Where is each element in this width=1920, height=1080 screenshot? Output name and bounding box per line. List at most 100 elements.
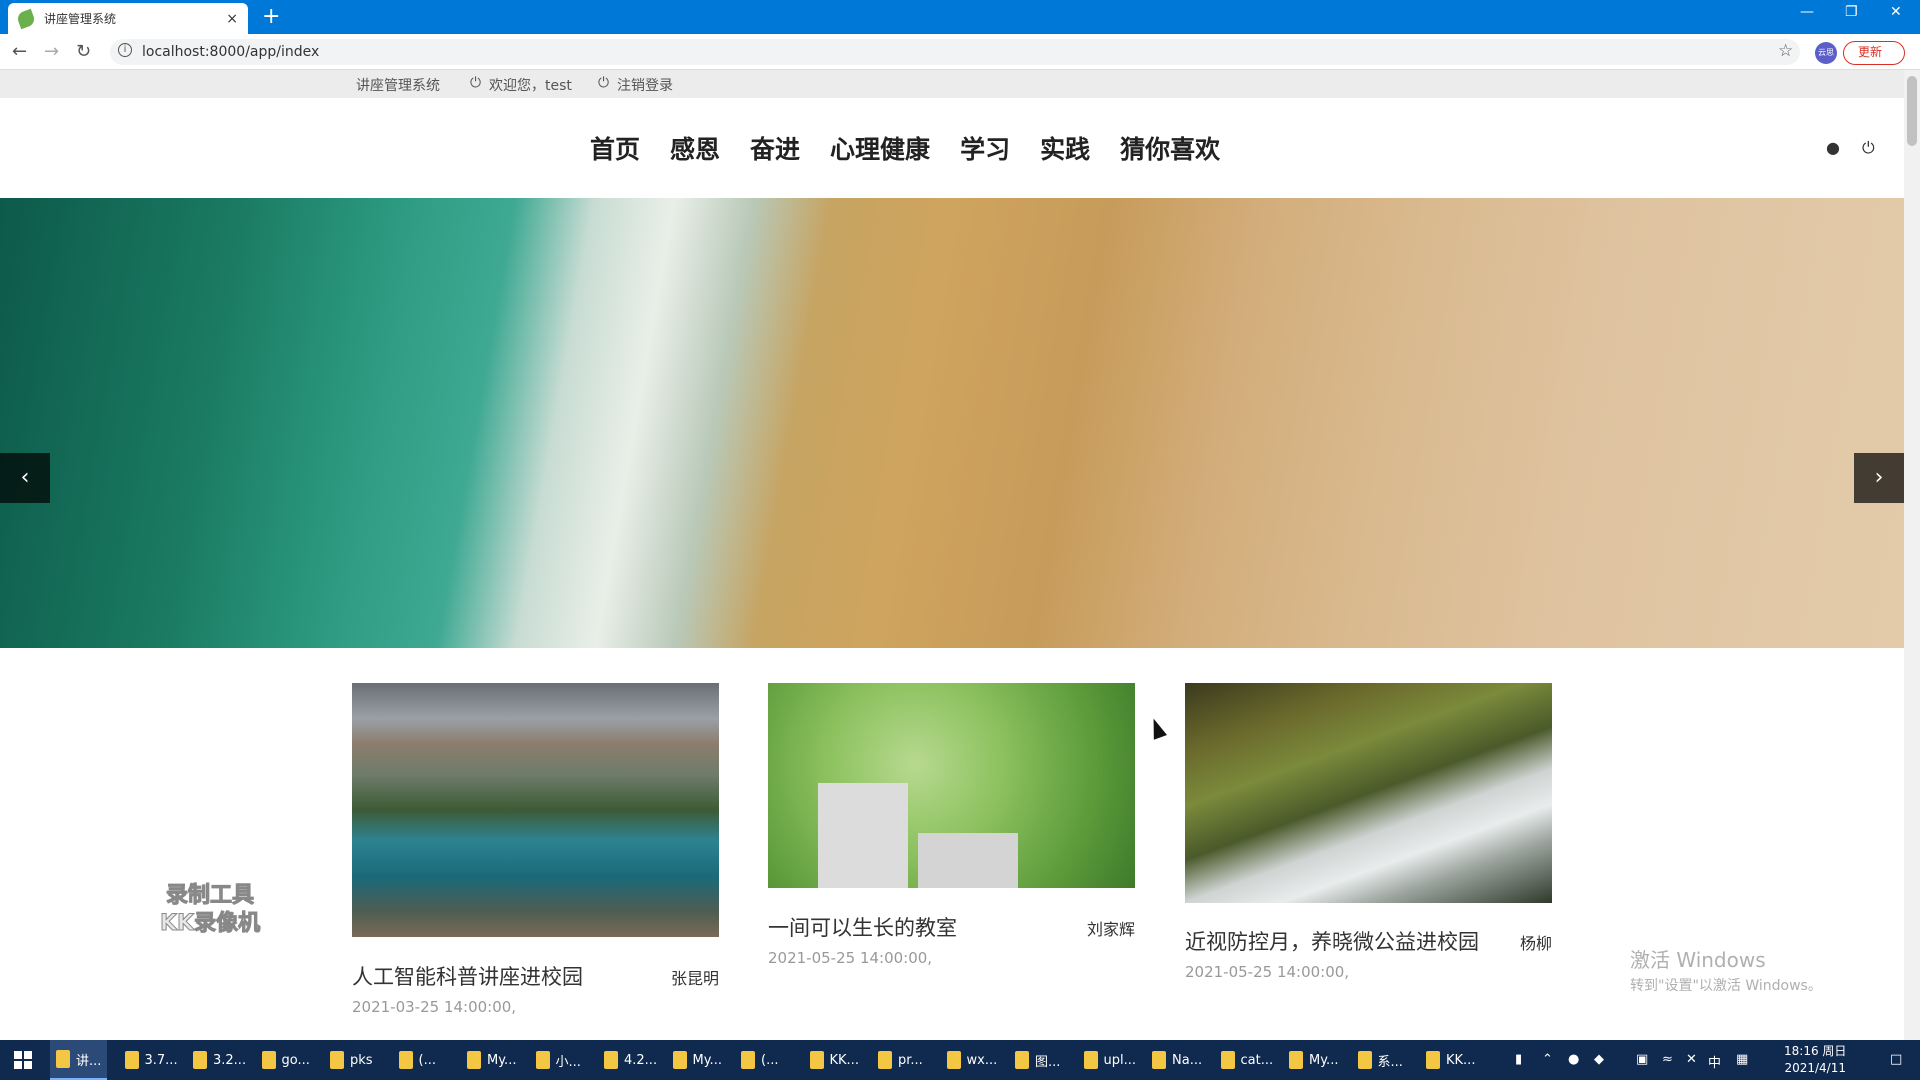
network-icon[interactable]: ▣ bbox=[1636, 1052, 1648, 1067]
welcome-text: 欢迎您，test bbox=[489, 78, 572, 94]
carousel-next-button[interactable]: › bbox=[1854, 453, 1904, 503]
taskbar-item[interactable]: 图... bbox=[1009, 1040, 1066, 1080]
tray-chevron-icon[interactable]: ⌃ bbox=[1542, 1052, 1553, 1067]
hero-carousel: ‹ › bbox=[0, 198, 1904, 648]
taskbar-item[interactable]: (... bbox=[735, 1040, 784, 1080]
app-icon bbox=[1220, 1051, 1235, 1069]
taskbar-item-label: pr... bbox=[898, 1052, 923, 1068]
url-text: localhost:8000/app/index bbox=[142, 44, 320, 60]
taskbar-item[interactable]: cat... bbox=[1215, 1040, 1280, 1080]
clock-date: 2021/4/11 bbox=[1784, 1061, 1846, 1075]
lecture-title[interactable]: 人工智能科普讲座进校园 bbox=[352, 961, 583, 991]
window-close-icon[interactable]: ✕ bbox=[1890, 4, 1902, 20]
profile-avatar[interactable]: 云思 bbox=[1815, 42, 1837, 64]
taskbar-item[interactable]: KK... bbox=[1420, 1040, 1481, 1080]
nav-item-home[interactable]: 首页 bbox=[590, 130, 640, 166]
browser-tab-active[interactable]: 讲座管理系统 × bbox=[8, 3, 248, 34]
lecture-card[interactable]: 一间可以生长的教室 刘家辉 2021-05-25 14:00:00, bbox=[768, 683, 1135, 967]
taskbar-item[interactable]: My... bbox=[1283, 1040, 1344, 1080]
wifi-icon[interactable]: ≈ bbox=[1662, 1052, 1673, 1067]
volume-muted-icon[interactable]: ✕ bbox=[1686, 1052, 1697, 1067]
ime-indicator[interactable]: 中 bbox=[1708, 1052, 1721, 1071]
lecture-card[interactable]: 近视防控月，养晓微公益进校园 杨柳 2021-05-25 14:00:00, bbox=[1185, 683, 1552, 981]
app-icon bbox=[1015, 1051, 1029, 1069]
taskbar-item-label: 4.2... bbox=[624, 1052, 658, 1068]
taskbar-item[interactable]: 3.7... bbox=[119, 1040, 184, 1080]
taskbar-item[interactable]: Na... bbox=[1146, 1040, 1208, 1080]
lecture-card[interactable]: 人工智能科普讲座进校园 张昆明 2021-03-25 14:00:00, bbox=[352, 683, 719, 1016]
notification-icon[interactable]: □ bbox=[1890, 1052, 1902, 1067]
nav-item-study[interactable]: 学习 bbox=[960, 130, 1010, 166]
taskbar-item[interactable]: pr... bbox=[872, 1040, 929, 1080]
lecture-author: 杨柳 bbox=[1519, 934, 1552, 953]
browser-tab-bar: 讲座管理系统 × + — ❐ ✕ bbox=[0, 0, 1920, 34]
back-arrow-icon[interactable]: ← bbox=[12, 41, 27, 62]
windows-taskbar: 讲... 3.7... 3.2... go... pks (... My... 小... 4.2… bbox=[0, 1040, 1920, 1080]
nav-item-recommend[interactable]: 猜你喜欢 bbox=[1120, 130, 1220, 166]
app-icon bbox=[261, 1051, 276, 1069]
lecture-image[interactable] bbox=[768, 683, 1135, 888]
taskbar-item[interactable]: 讲... bbox=[50, 1040, 108, 1080]
activation-subtitle: 转到"设置"以激活 Windows。 bbox=[1630, 978, 1822, 994]
taskbar-item[interactable]: (... bbox=[393, 1040, 442, 1080]
taskbar-item-label: 3.2... bbox=[213, 1052, 247, 1068]
app-icon bbox=[946, 1051, 961, 1069]
taskbar-item[interactable]: My... bbox=[461, 1040, 522, 1080]
update-button[interactable]: 更新 bbox=[1843, 41, 1905, 65]
site-info-icon[interactable]: i bbox=[118, 43, 132, 57]
taskbar-item-label: upl... bbox=[1103, 1052, 1137, 1068]
carousel-prev-button[interactable]: ‹ bbox=[0, 453, 50, 503]
taskbar-item-label: My... bbox=[487, 1052, 517, 1068]
app-icon bbox=[604, 1051, 618, 1069]
taskbar-item[interactable]: 4.2... bbox=[598, 1040, 663, 1080]
logout-link[interactable]: 注销登录 bbox=[617, 75, 673, 95]
tab-close-icon[interactable]: × bbox=[226, 11, 238, 27]
lecture-image[interactable] bbox=[352, 683, 719, 937]
app-icon bbox=[535, 1051, 550, 1069]
app-icon bbox=[1289, 1051, 1303, 1069]
windows-activation-notice: 激活 Windows 转到"设置"以激活 Windows。 bbox=[1630, 944, 1822, 995]
tray-app-icon[interactable]: ● bbox=[1568, 1052, 1579, 1067]
windows-start-icon[interactable] bbox=[14, 1051, 32, 1069]
taskbar-item-label: 图... bbox=[1035, 1054, 1061, 1070]
taskbar-item[interactable]: wx... bbox=[941, 1040, 1004, 1080]
lecture-title[interactable]: 近视防控月，养晓微公益进校园 bbox=[1185, 926, 1479, 956]
url-bar[interactable]: i localhost:8000/app/index bbox=[110, 39, 1800, 65]
forward-arrow-icon[interactable]: → bbox=[44, 41, 59, 62]
lecture-image[interactable] bbox=[1185, 683, 1552, 903]
lecture-date: 2021-05-25 14:00:00, bbox=[768, 949, 933, 967]
lecture-title[interactable]: 一间可以生长的教室 bbox=[768, 912, 957, 942]
power-icon[interactable]: ⏻ bbox=[1862, 138, 1875, 158]
system-clock[interactable]: 18:16 周日 2021/4/11 bbox=[1784, 1043, 1846, 1077]
taskbar-item[interactable]: pks bbox=[324, 1040, 379, 1080]
page-scrollbar[interactable] bbox=[1904, 70, 1920, 1040]
bookmark-star-icon[interactable]: ☆ bbox=[1778, 41, 1793, 61]
watermark-line: KK录像机 bbox=[159, 911, 261, 937]
taskbar-item[interactable]: 系... bbox=[1352, 1040, 1409, 1080]
nav-item-practice[interactable]: 实践 bbox=[1040, 130, 1090, 166]
taskbar-item[interactable]: 3.2... bbox=[187, 1040, 252, 1080]
nav-item-mental-health[interactable]: 心理健康 bbox=[830, 130, 930, 166]
app-icon bbox=[809, 1051, 824, 1069]
app-icon bbox=[672, 1051, 687, 1069]
minimize-icon[interactable]: — bbox=[1800, 4, 1814, 20]
taskbar-item[interactable]: upl... bbox=[1078, 1040, 1143, 1080]
keyboard-icon[interactable]: ▦ bbox=[1736, 1052, 1748, 1067]
site-name-link[interactable]: 讲座管理系统 bbox=[356, 75, 440, 95]
nav-item-gratitude[interactable]: 感恩 bbox=[670, 130, 720, 166]
scrollbar-thumb[interactable] bbox=[1907, 76, 1917, 146]
shield-icon[interactable]: ◆ bbox=[1594, 1052, 1604, 1067]
main-nav: 首页 感恩 奋进 心理健康 学习 实践 猜你喜欢 bbox=[590, 130, 1220, 166]
taskbar-item[interactable]: My... bbox=[667, 1040, 728, 1080]
taskbar-item-label: cat... bbox=[1240, 1052, 1274, 1068]
taskbar-item[interactable]: KK... bbox=[804, 1040, 865, 1080]
new-tab-button[interactable]: + bbox=[262, 4, 280, 29]
taskbar-item[interactable]: go... bbox=[256, 1040, 316, 1080]
user-icon[interactable]: ● bbox=[1826, 138, 1840, 157]
battery-icon[interactable]: ▮ bbox=[1515, 1052, 1522, 1067]
nav-item-striving[interactable]: 奋进 bbox=[750, 130, 800, 166]
restore-icon[interactable]: ❐ bbox=[1845, 4, 1858, 20]
reload-icon[interactable]: ↻ bbox=[76, 41, 91, 62]
taskbar-item[interactable]: 小... bbox=[530, 1040, 587, 1080]
lecture-date: 2021-03-25 14:00:00, bbox=[352, 998, 517, 1016]
